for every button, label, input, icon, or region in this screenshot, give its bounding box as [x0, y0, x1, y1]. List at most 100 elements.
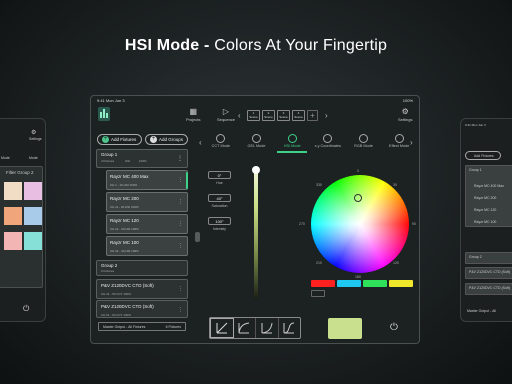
- wheel-label: 210: [316, 261, 322, 265]
- tab-label: CCT Mode: [211, 144, 230, 148]
- side-right-group1-label: Group 1: [469, 168, 482, 172]
- more-icon[interactable]: ⋮: [177, 155, 183, 162]
- master-output-count: 6 Fixtures: [165, 325, 181, 329]
- tab-rgb-mode[interactable]: RGB Mode: [349, 134, 379, 148]
- tab-gel-mode[interactable]: GEL Mode: [242, 134, 272, 148]
- intensity-value-field[interactable]: 100°: [208, 217, 231, 225]
- tab-hsi-mode[interactable]: HSI Mode: [277, 134, 307, 148]
- filter-title: Filter Group 2: [6, 170, 34, 175]
- side-right-extra2-label: P&V Z120DVC CTD (Soft): [469, 286, 511, 290]
- chevron-right-icon[interactable]: ›: [410, 138, 413, 147]
- projects-button[interactable]: ▦ Projects: [186, 107, 200, 122]
- curve-log-button[interactable]: [234, 318, 256, 338]
- side-right-group2[interactable]: Group 2: [465, 252, 512, 264]
- fixture-sub: CH 31 - 40 HSI 100%: [110, 249, 139, 253]
- power-icon[interactable]: ⏻: [23, 304, 29, 314]
- scene-label: Scene: [279, 114, 288, 119]
- color-swatch[interactable]: [337, 280, 361, 287]
- color-swatch[interactable]: [363, 280, 387, 287]
- tab-cct-mode[interactable]: CCT Mode: [206, 134, 236, 148]
- curve-linear-button[interactable]: [210, 318, 234, 338]
- active-tab-underline: [277, 151, 307, 153]
- plus-icon: +: [102, 136, 109, 143]
- wheel-label: 270: [299, 222, 305, 226]
- wheel-label: 120: [393, 261, 399, 265]
- filter-swatch[interactable]: [24, 207, 42, 225]
- chevron-left-icon[interactable]: ‹: [238, 111, 241, 120]
- add-swatch-button[interactable]: [311, 290, 325, 297]
- panel-drag-handle[interactable]: [195, 232, 200, 242]
- fixture-row[interactable]: Rayzr MC 100 CH 31 - 40 HSI 100% ⋮: [106, 236, 188, 256]
- side-left-mode: Mode: [1, 156, 10, 160]
- status-battery: 100%: [402, 98, 413, 103]
- more-icon[interactable]: ⋮: [178, 243, 183, 249]
- group-name: Group 2: [101, 263, 118, 268]
- add-groups-button[interactable]: + Add Groups: [145, 134, 188, 145]
- settings-button[interactable]: ⚙ Settings: [398, 107, 412, 122]
- tab-label: GEL Mode: [247, 144, 266, 148]
- color-wheel[interactable]: [311, 175, 409, 273]
- fixture-sub: CH 11 - 20 HSI 100%: [110, 205, 139, 209]
- color-wheel-picker[interactable]: [354, 194, 362, 202]
- side-right-extra1[interactable]: P&V Z120DVC CTD (Soft): [465, 267, 512, 279]
- saturation-label: Saturation: [211, 204, 228, 208]
- scene-1-button[interactable]: 1 Scene: [247, 110, 260, 121]
- wheel-label: 330: [316, 183, 322, 187]
- filter-swatch[interactable]: [24, 232, 42, 250]
- fixture-row[interactable]: P&V Z120DVC CTD (Soft) CH 41 - 50 CCT 10…: [96, 279, 188, 299]
- filter-swatch[interactable]: [4, 207, 22, 225]
- filter-swatch[interactable]: [4, 182, 22, 200]
- tab-x-y-coordinates[interactable]: x,y Coordinates: [313, 134, 343, 148]
- intensity-slider-handle[interactable]: [252, 166, 260, 174]
- group-level: 100%: [139, 159, 147, 163]
- chevron-left-icon[interactable]: ‹: [199, 138, 202, 147]
- group-1-row[interactable]: Group 1 4 Fixtures HSI 100% ⋮: [96, 149, 188, 168]
- scene-label: Scene: [264, 114, 273, 119]
- add-fixtures-button[interactable]: + Add Fixtures: [97, 134, 142, 145]
- side-right-group1[interactable]: Group 1 Rayzr MC 400 Max Rayzr MC 200 Ra…: [465, 165, 512, 227]
- add-scene-button[interactable]: +: [307, 110, 318, 121]
- filter-swatch[interactable]: [4, 232, 22, 250]
- side-left-mode-2: Mode: [29, 156, 38, 160]
- chevron-right-icon[interactable]: ›: [325, 111, 328, 120]
- settings-label: Settings: [398, 117, 413, 122]
- fixture-row[interactable]: P&V Z120DVC CTD (Soft) CH 51 - 60 CCT 10…: [96, 300, 188, 318]
- fixture-name: P&V Z120DVC CTD (Soft): [101, 304, 154, 309]
- log-curve-icon: [238, 322, 250, 334]
- status-bar: 9:41 Mon Jun 3 100%: [91, 96, 419, 105]
- fixture-row[interactable]: Rayzr MC 120 CH 21 - 30 HSI 100% ⋮: [106, 214, 188, 234]
- saturation-value-field[interactable]: 40°: [208, 194, 231, 202]
- scene-2-button[interactable]: 2 Scene: [262, 110, 275, 121]
- more-icon[interactable]: ⋮: [178, 177, 183, 183]
- grid-icon: ▦: [189, 107, 197, 116]
- side-right-extra2[interactable]: P&V Z120DVC CTD (Soft): [465, 283, 512, 295]
- intensity-slider[interactable]: [254, 169, 258, 300]
- wheel-label: 90: [412, 222, 416, 226]
- more-icon[interactable]: ⋮: [178, 221, 183, 227]
- more-icon[interactable]: ⋮: [178, 286, 183, 292]
- fixture-row[interactable]: Rayzr MC 400 Max CH 1 - 10 HSI 100% ⋮: [106, 170, 188, 190]
- more-icon[interactable]: ⋮: [178, 307, 183, 313]
- hue-value-field[interactable]: 0°: [208, 171, 231, 179]
- fixture-row[interactable]: Rayzr MC 200 CH 11 - 20 HSI 100% ⋮: [106, 192, 188, 212]
- side-right-add-fixtures[interactable]: Add Fixtures: [465, 151, 501, 160]
- headline-rest: Colors At Your Fingertip: [209, 37, 388, 54]
- wheel-label: 30: [393, 183, 397, 187]
- more-icon[interactable]: ⋮: [178, 199, 183, 205]
- master-output-bar[interactable]: Master Output - All Fixtures 6 Fixtures: [98, 322, 186, 331]
- side-left-settings: Settings: [29, 137, 42, 141]
- group-mode: HSI: [125, 159, 131, 163]
- side-right-fixture2: Rayzr MC 200: [474, 196, 497, 200]
- filter-swatch[interactable]: [24, 182, 42, 200]
- curve-exp-button[interactable]: [256, 318, 279, 338]
- color-swatch[interactable]: [311, 280, 335, 287]
- curve-s-button[interactable]: [279, 318, 301, 338]
- power-icon[interactable]: ⏻: [390, 322, 398, 333]
- wheel-label: 0: [357, 169, 359, 173]
- color-swatch[interactable]: [389, 280, 413, 287]
- sequence-button[interactable]: ▷ Sequence: [217, 107, 235, 122]
- scene-4-button[interactable]: 4 Scene: [292, 110, 305, 121]
- group-2-row[interactable]: Group 2 0 Fixtures: [96, 260, 188, 276]
- scene-3-button[interactable]: 3 Scene: [277, 110, 290, 121]
- mode-icon: [359, 134, 368, 143]
